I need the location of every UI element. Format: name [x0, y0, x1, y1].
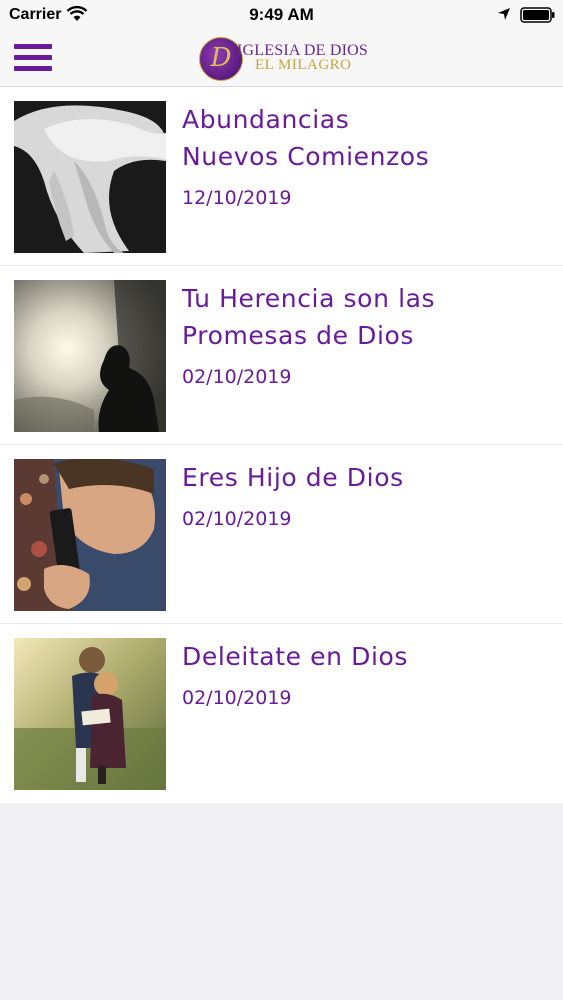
- status-bar: Carrier 9:49 AM: [0, 0, 563, 30]
- post-title: Abundancias Nuevos Comienzos: [182, 105, 430, 171]
- post-date: 02/10/2019: [182, 366, 292, 388]
- post-thumbnail: [14, 280, 166, 432]
- battery-icon: [520, 7, 556, 28]
- menu-button[interactable]: [14, 42, 54, 74]
- post-date: 02/10/2019: [182, 687, 292, 709]
- post-title: Tu Herencia son las Promesas de Dios: [182, 284, 436, 350]
- church-logo: D IGLESIA DE DIOS EL MILAGRO: [199, 36, 369, 81]
- logo-text-line2: EL MILAGRO: [255, 57, 352, 73]
- post-date: 12/10/2019: [182, 187, 292, 209]
- nav-bar: D IGLESIA DE DIOS EL MILAGRO: [0, 30, 563, 87]
- post-item[interactable]: Deleitate en Dios 02/10/2019: [0, 624, 563, 803]
- clock: 9:49 AM: [249, 5, 314, 24]
- location-arrow-icon: [497, 7, 511, 26]
- post-title: Eres Hijo de Dios: [182, 463, 404, 492]
- post-thumbnail: [14, 101, 166, 253]
- post-item[interactable]: Abundancias Nuevos Comienzos 12/10/2019: [0, 87, 563, 266]
- post-item[interactable]: Tu Herencia son las Promesas de Dios 02/…: [0, 266, 563, 445]
- posts-list: Abundancias Nuevos Comienzos 12/10/2019: [0, 87, 563, 803]
- post-item[interactable]: Eres Hijo de Dios 02/10/2019: [0, 445, 563, 624]
- hamburger-menu-icon: [14, 44, 52, 49]
- post-title: Deleitate en Dios: [182, 642, 409, 671]
- post-date: 02/10/2019: [182, 508, 292, 530]
- post-thumbnail: [14, 638, 166, 790]
- post-thumbnail: [14, 459, 166, 611]
